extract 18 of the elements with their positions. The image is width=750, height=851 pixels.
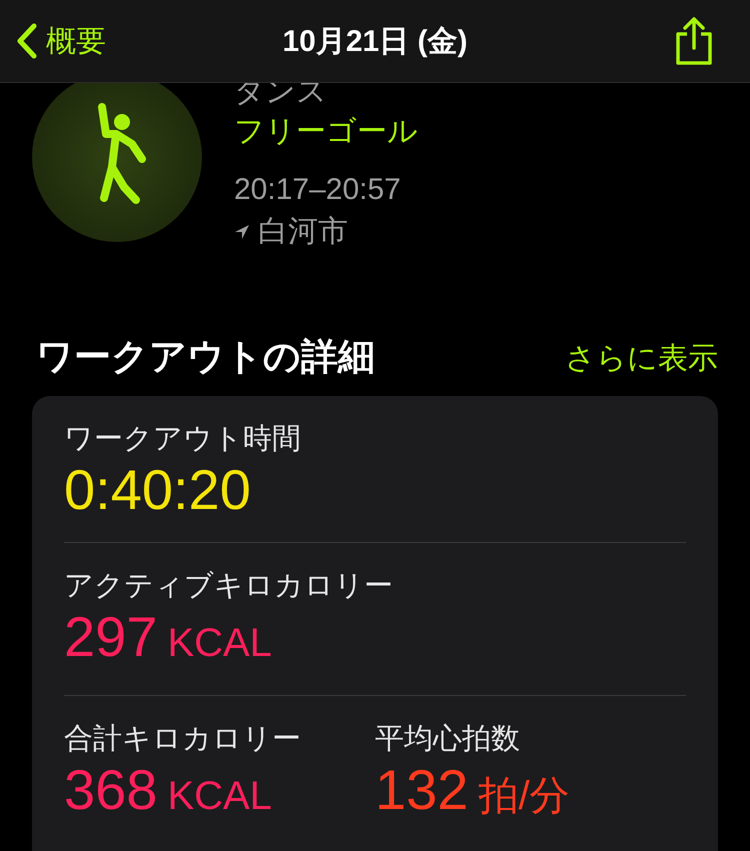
location-arrow-icon (234, 224, 250, 240)
metric-value: 0:40:20 (64, 458, 252, 522)
metric-label: 合計キロカロリー (64, 722, 302, 757)
metric-label: アクティブキロカロリー (64, 569, 393, 604)
metric-label: ワークアウト時間 (64, 422, 301, 457)
chevron-left-icon (16, 23, 38, 59)
nav-title: 10月21日 (金) (282, 24, 468, 60)
metric-value: 132 拍/分 (375, 758, 571, 823)
metric-value: 368 KCAL (64, 758, 273, 823)
workout-time: 20:17–20:57 (234, 172, 402, 208)
workout-location: 白河市 (258, 214, 348, 250)
metric-label: 平均心拍数 (375, 722, 521, 757)
show-more-link[interactable]: さらに表示 (565, 338, 718, 380)
metric-value: 297 KCAL (64, 605, 273, 670)
section-title: ワークアウトの詳細 (35, 335, 375, 379)
workout-goal: フリーゴール (234, 114, 418, 150)
share-icon[interactable] (674, 16, 714, 66)
back-button[interactable]: 概要 (16, 18, 106, 64)
